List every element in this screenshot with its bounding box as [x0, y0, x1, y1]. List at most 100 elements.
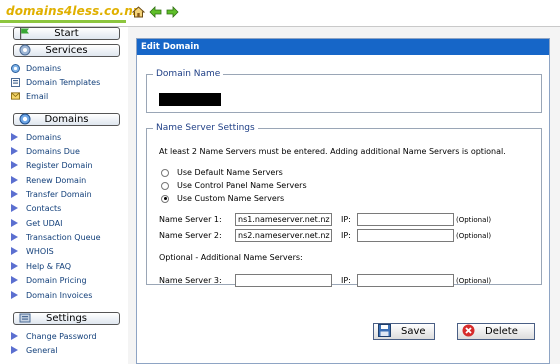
- domains-item-label: Register Domain: [26, 160, 93, 170]
- services-item-domains[interactable]: Domains: [11, 62, 61, 74]
- domain-name-fieldset: Domain Name: [146, 69, 542, 113]
- arrow-icon: [11, 247, 18, 255]
- services-section-button[interactable]: Services: [13, 44, 120, 57]
- top-bar: domains4less.co.nz: [0, 0, 560, 27]
- settings-item[interactable]: General: [11, 344, 58, 356]
- ns3-label: Name Server 3:: [159, 276, 222, 285]
- domains-item[interactable]: Domain Invoices: [11, 289, 92, 301]
- ns2-ip-input[interactable]: [357, 229, 454, 242]
- domains-item[interactable]: Domains: [11, 131, 61, 143]
- radio-label: Use Custom Name Servers: [177, 194, 285, 203]
- start-label: Start: [54, 28, 79, 39]
- arrow-icon: [11, 291, 18, 299]
- arrow-icon: [11, 161, 18, 169]
- domains-item-label: Domain Invoices: [26, 290, 93, 300]
- ns3-input[interactable]: [235, 274, 332, 287]
- domains-item[interactable]: Register Domain: [11, 159, 93, 171]
- settings-item-label: General: [26, 345, 58, 355]
- domains-item-label: Domain Pricing: [26, 275, 87, 285]
- forward-arrow-icon[interactable]: [165, 5, 180, 19]
- domains-item-label: Transfer Domain: [26, 189, 92, 199]
- radio-control-panel-ns[interactable]: Use Control Panel Name Servers: [161, 181, 307, 190]
- domains-item-label: Get UDAI: [26, 218, 63, 228]
- settings-item[interactable]: Change Password: [11, 330, 97, 342]
- domains-item[interactable]: WHOIS: [11, 245, 54, 257]
- services-item-email[interactable]: Email: [11, 90, 48, 102]
- delete-icon: [462, 324, 475, 340]
- edit-domain-panel: Edit Domain Domain Name Name Server Sett…: [136, 38, 550, 364]
- site-logo[interactable]: domains4less.co.nz: [6, 4, 140, 18]
- domain-name-redacted: [159, 93, 221, 106]
- domains-item[interactable]: Transfer Domain: [11, 188, 92, 200]
- envelope-icon: [11, 92, 20, 101]
- template-icon: [11, 77, 20, 87]
- domains-item[interactable]: Domains Due: [11, 145, 80, 157]
- ns2-label: Name Server 2:: [159, 231, 222, 240]
- radio-label: Use Default Name Servers: [177, 168, 283, 177]
- arrow-icon: [11, 147, 18, 155]
- radio-default-ns[interactable]: Use Default Name Servers: [161, 168, 283, 177]
- settings-item-label: Change Password: [26, 331, 97, 341]
- name-server-fieldset: Name Server Settings At least 2 Name Ser…: [146, 123, 542, 287]
- delete-label: Delete: [485, 326, 518, 337]
- radio-custom-ns[interactable]: Use Custom Name Servers: [161, 194, 284, 203]
- domains-item-label: Transaction Queue: [26, 232, 101, 242]
- ns2-optional: (Optional): [456, 232, 492, 240]
- services-icon: [19, 44, 31, 59]
- ns3-optional: (Optional): [456, 277, 492, 285]
- ns1-label: Name Server 1:: [159, 215, 222, 224]
- domains-section-button[interactable]: Domains: [13, 113, 120, 126]
- domains-item-label: WHOIS: [26, 246, 54, 256]
- domains-item[interactable]: Domain Pricing: [11, 274, 87, 286]
- main-content: Edit Domain Domain Name Name Server Sett…: [128, 27, 560, 364]
- ns1-input[interactable]: ns1.nameserver.net.nz: [235, 213, 332, 226]
- back-arrow-icon[interactable]: [148, 5, 163, 19]
- nav-icons: [131, 5, 180, 19]
- settings-icon: [19, 312, 31, 327]
- arrow-icon: [11, 204, 18, 212]
- arrow-icon: [11, 133, 18, 141]
- save-label: Save: [401, 326, 426, 337]
- arrow-icon: [11, 262, 18, 270]
- start-section-button[interactable]: Start: [13, 27, 120, 40]
- domains-item[interactable]: Contacts: [11, 202, 61, 214]
- sidebar: Start Services Domains Domain Templates …: [0, 27, 128, 364]
- ns-info-text: At least 2 Name Servers must be entered.…: [159, 147, 506, 156]
- ns3-ip-label: IP:: [341, 276, 351, 285]
- settings-section-button[interactable]: Settings: [13, 312, 120, 325]
- arrow-icon: [11, 346, 18, 354]
- ns1-ip-label: IP:: [341, 215, 351, 224]
- domains-item-label: Help & FAQ: [26, 261, 72, 271]
- globe-icon: [11, 63, 20, 73]
- arrow-icon: [11, 332, 18, 340]
- arrow-icon: [11, 233, 18, 241]
- services-item-domain-templates[interactable]: Domain Templates: [11, 76, 100, 88]
- domains-item[interactable]: Help & FAQ: [11, 260, 71, 272]
- arrow-icon: [11, 276, 18, 284]
- services-label: Services: [45, 45, 88, 56]
- radio-button[interactable]: [161, 168, 169, 177]
- domains-item-label: Contacts: [26, 203, 62, 213]
- radio-button-checked[interactable]: [161, 194, 169, 203]
- domains-item[interactable]: Renew Domain: [11, 174, 86, 186]
- home-icon[interactable]: [131, 5, 146, 19]
- services-item-label: Domain Templates: [26, 77, 101, 87]
- domain-name-legend: Domain Name: [156, 69, 221, 79]
- ns3-ip-input[interactable]: [357, 274, 454, 287]
- flag-icon: [19, 27, 31, 42]
- services-item-label: Domains: [26, 63, 62, 73]
- radio-button[interactable]: [161, 181, 169, 190]
- domains-item[interactable]: Transaction Queue: [11, 231, 101, 243]
- arrow-icon: [11, 219, 18, 227]
- logo-underline: [0, 20, 126, 23]
- ns2-input[interactable]: ns2.nameserver.net.nz: [235, 229, 332, 242]
- domains-globe-icon: [19, 113, 31, 128]
- save-button[interactable]: Save: [373, 323, 435, 340]
- domains-item-label: Domains Due: [26, 146, 80, 156]
- delete-button[interactable]: Delete: [457, 323, 535, 340]
- services-item-label: Email: [26, 91, 49, 101]
- ns1-ip-input[interactable]: [357, 213, 454, 226]
- domains-item[interactable]: Get UDAI: [11, 217, 63, 229]
- additional-ns-label: Optional - Additional Name Servers:: [159, 253, 303, 262]
- ns2-ip-label: IP:: [341, 231, 351, 240]
